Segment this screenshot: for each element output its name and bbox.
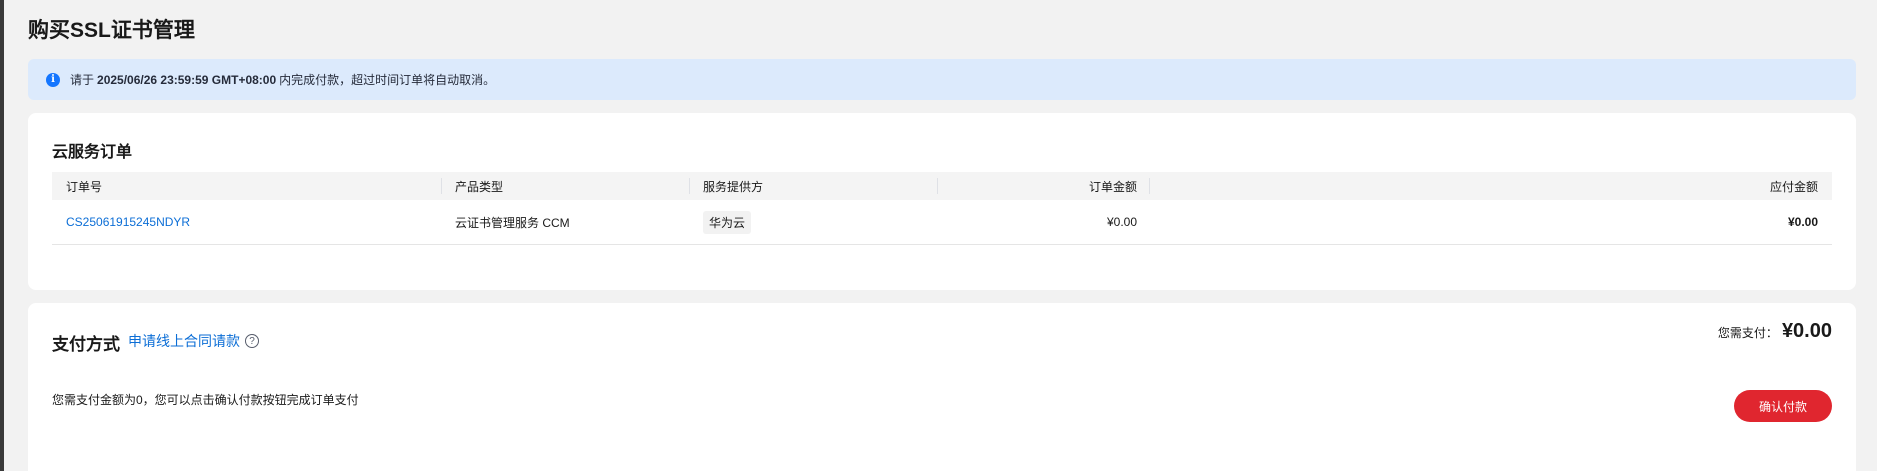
window-left-edge	[0, 0, 4, 471]
payment-summary: 您需支付： ¥0.00	[1718, 320, 1832, 343]
column-separator	[441, 178, 442, 194]
payment-deadline-notice: i 请于 2025/06/26 23:59:59 GMT+08:00 内完成付款…	[28, 59, 1856, 100]
payment-summary-label: 您需支付：	[1717, 326, 1778, 340]
column-separator	[1149, 178, 1150, 194]
provider-tag: 华为云	[703, 210, 752, 234]
provider-cell: 华为云	[703, 200, 752, 244]
confirm-payment-button[interactable]: 确认付款	[1734, 390, 1832, 422]
column-header-payable-amount: 应付金额	[1769, 179, 1818, 194]
question-circle-icon[interactable]: ?	[245, 334, 259, 348]
payable-amount-cell: ¥0.00	[1787, 215, 1818, 229]
product-type-cell: 云证书管理服务 CCM	[455, 215, 570, 230]
notice-suffix: 内完成付款，超过时间订单将自动取消。	[279, 73, 496, 87]
payment-card: 支付方式 申请线上合同请款 ? 您需支付： ¥0.00 您需支付金额为0，您可以…	[28, 303, 1856, 471]
page-title: 购买SSL证书管理	[28, 19, 195, 42]
column-header-provider: 服务提供方	[703, 179, 764, 194]
column-separator	[689, 178, 690, 194]
order-amount-cell: ¥0.00	[1106, 215, 1137, 229]
payment-card-title: 支付方式	[52, 335, 120, 354]
order-table: 订单号 产品类型 服务提供方 订单金额 应付金额 CS25061915245ND…	[52, 172, 1832, 245]
order-card: 云服务订单 订单号 产品类型 服务提供方 订单金额 应付金额 CS2506191…	[28, 113, 1856, 290]
info-icon: i	[46, 72, 60, 87]
payment-hint: 您需支付金额为0，您可以点击确认付款按钮完成订单支付	[52, 393, 359, 407]
order-card-title: 云服务订单	[52, 144, 133, 161]
notice-deadline: 2025/06/26 23:59:59 GMT+08:00	[97, 72, 277, 87]
notice-prefix: 请于	[70, 73, 95, 87]
column-separator	[937, 178, 938, 194]
table-row: CS25061915245NDYR 云证书管理服务 CCM 华为云 ¥0.00 …	[52, 200, 1832, 245]
order-number-link[interactable]: CS25061915245NDYR	[66, 200, 190, 244]
apply-contract-link[interactable]: 申请线上合同请款 ?	[128, 331, 259, 351]
apply-contract-label: 申请线上合同请款	[128, 333, 240, 349]
column-header-order-no: 订单号	[66, 179, 103, 194]
order-table-header: 订单号 产品类型 服务提供方 订单金额 应付金额	[52, 172, 1832, 200]
payment-summary-amount: ¥0.00	[1781, 320, 1832, 342]
column-header-order-amount: 订单金额	[1088, 179, 1137, 194]
column-header-product-type: 产品类型	[455, 179, 504, 194]
